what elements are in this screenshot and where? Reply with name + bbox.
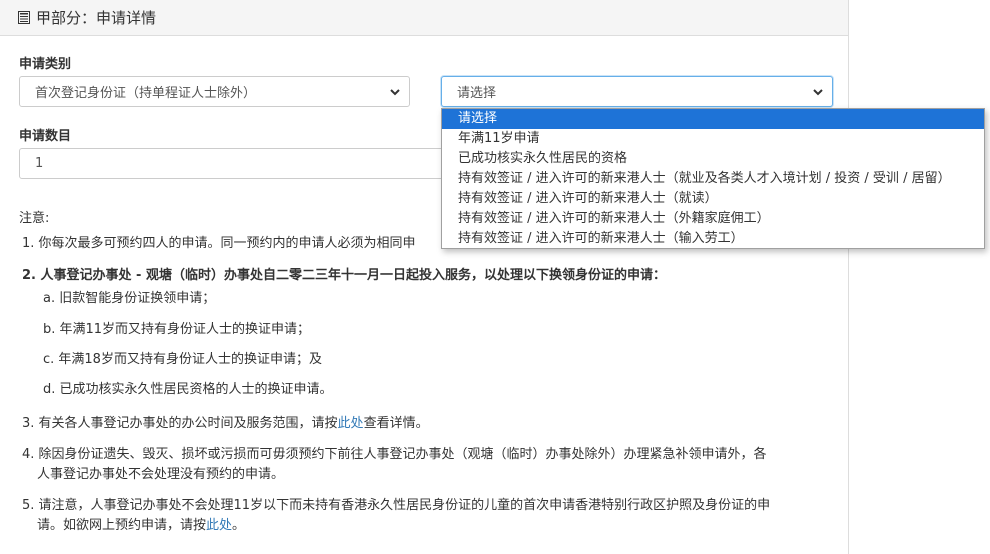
dropdown-option[interactable]: 年满11岁申请 [442, 129, 984, 149]
note-item-3: 3. 有关各人事登记办事处的办公时间及服务范围，请按此处查看详情。 [22, 414, 429, 434]
note-item-4-line2: 人事登记办事处不会处理没有预约的申请。 [37, 467, 285, 482]
note-item-5-post: 。 [232, 518, 246, 533]
note-item-2: 2. 人事登记办事处 - 观塘（临时）办事处自二零二三年十一月一日起投入服务，以… [22, 268, 666, 283]
count-label: 申请数目 [19, 129, 72, 144]
dropdown-option[interactable]: 持有效签证 / 进入许可的新来港人士（就读） [442, 189, 984, 209]
subcategory-select[interactable]: 请选择 [441, 76, 833, 107]
note-item-2b: b. 年满11岁而又持有身份证人士的换证申请； [43, 322, 311, 337]
application-details-panel: 甲部分：申请详情 申请类别 首次登记身份证（持单程证人士除外） 请选择 申请数目… [0, 0, 849, 554]
dropdown-option[interactable]: 已成功核实永久性居民的资格 [442, 149, 984, 169]
note-item-3-text: 3. 有关各人事登记办事处的办公时间及服务范围，请按 [22, 416, 338, 431]
dropdown-option[interactable]: 持有效签证 / 进入许可的新来港人士（输入劳工） [442, 229, 984, 249]
note-item-2a: a. 旧款智能身份证换领申请； [43, 291, 216, 306]
panel-header: 甲部分：申请详情 [0, 0, 848, 36]
note-item-5-text: 请。如欲网上预约申请，请按 [37, 518, 207, 533]
note-item-2c: c. 年满18岁而又持有身份证人士的换证申请；及 [43, 352, 322, 367]
chevron-down-icon [813, 89, 823, 96]
note-item-3-post: 查看详情。 [363, 416, 429, 431]
note-item-1: 1. 你每次最多可预约四人的申请。同一预约内的申请人必须为相同申 [22, 236, 416, 251]
panel-title: 甲部分：申请详情 [36, 9, 157, 27]
category-label: 申请类别 [19, 57, 72, 72]
category-select-value: 首次登记身份证（持单程证人士除外） [35, 86, 257, 101]
note-item-5-line1: 5. 请注意，人事登记办事处不会处理11岁以下而未持有香港永久性居民身份证的儿童… [22, 498, 771, 513]
note-item-5-line2: 请。如欲网上预约申请，请按此处。 [37, 516, 245, 536]
subcategory-dropdown-list: 请选择 年满11岁申请 已成功核实永久性居民的资格 持有效签证 / 进入许可的新… [441, 108, 985, 249]
dropdown-option[interactable]: 请选择 [442, 109, 984, 129]
note-item-4-line1: 4. 除因身份证遗失、毁灭、损坏或污损而可毋须预约下前往人事登记办事处（观塘（临… [22, 447, 767, 462]
subcategory-select-value: 请选择 [457, 86, 497, 101]
dropdown-option[interactable]: 持有效签证 / 进入许可的新来港人士（外籍家庭佣工） [442, 209, 984, 229]
count-input-value: 1 [35, 156, 44, 171]
online-booking-link[interactable]: 此处 [206, 518, 232, 533]
chevron-down-icon [390, 89, 400, 96]
office-hours-link[interactable]: 此处 [338, 416, 364, 431]
form-list-icon [18, 11, 30, 24]
notes-title: 注意: [19, 211, 50, 226]
note-item-2d: d. 已成功核实永久性居民资格的人士的换证申请。 [43, 382, 333, 397]
dropdown-option[interactable]: 持有效签证 / 进入许可的新来港人士（就业及各类人才入境计划 / 投资 / 受训… [442, 169, 984, 189]
category-select[interactable]: 首次登记身份证（持单程证人士除外） [19, 76, 410, 107]
